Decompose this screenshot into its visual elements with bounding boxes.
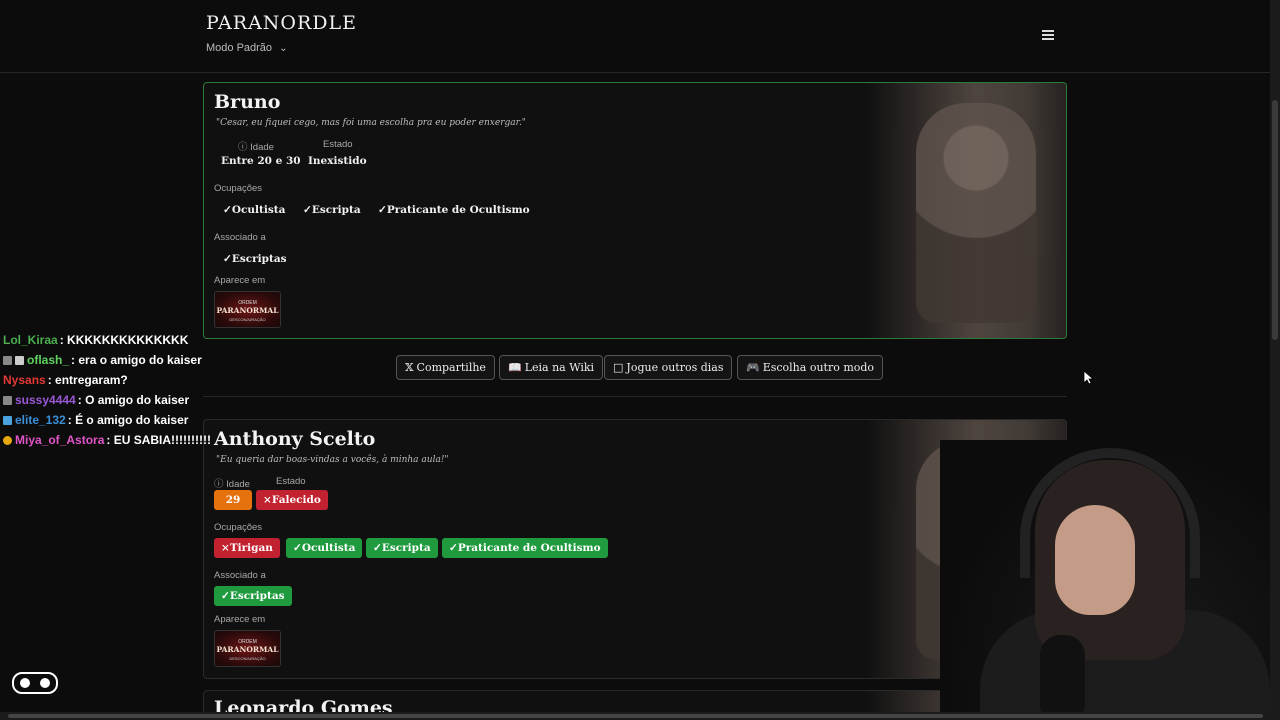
character-quote: "Eu queria dar boas-vindas a vocês, à mi… (216, 455, 449, 465)
webcam-overlay (940, 440, 1270, 720)
occupations-label: Ocupações (214, 522, 263, 533)
divider (203, 396, 1067, 397)
check-icon: ✓ (223, 253, 232, 265)
check-icon: ✓ (293, 542, 302, 554)
occupation-tag: ×Tirigan (214, 538, 280, 558)
chat-line: Lol_Kiraa: KKKKKKKKKKKKKK (3, 333, 189, 347)
badge-icon (3, 416, 12, 425)
chat-line: sussy4444: O amigo do kaiser (3, 392, 213, 412)
x-logo-icon: 𝕏 (405, 361, 414, 374)
site-logo[interactable]: PARANORDLE (206, 12, 357, 34)
appears-label: Aparece em (214, 275, 266, 286)
check-icon: ✓ (223, 204, 232, 216)
horizontal-scrollbar[interactable] (0, 712, 1270, 720)
chat-message: EU SABIA!!!!!!!!!! (113, 433, 212, 447)
badge-icon (3, 396, 12, 405)
occupation-tag: ✓Escripta (366, 538, 438, 558)
chat-username: oflash_ (27, 353, 70, 367)
chat-message: era o amigo do kaiser (78, 353, 202, 367)
appears-label: Aparece em (214, 614, 266, 625)
cross-icon: × (221, 542, 230, 554)
age-value: Entre 20 e 30 (221, 155, 301, 167)
streamer-logo-icon (12, 672, 58, 694)
check-icon: ✓ (378, 204, 387, 216)
age-label: ⓘ Idade (238, 142, 274, 153)
chat-line: Miya_of_Astora: EU SABIA!!!!!!!!!! (3, 432, 213, 452)
chat-message: KKKKKKKKKKKKKK (67, 333, 189, 347)
check-icon: ✓ (449, 542, 458, 554)
gamepad-icon: 🎮 (746, 361, 760, 374)
occupation-tag: ✓Ocultista (286, 538, 363, 558)
character-portrait (866, 83, 1066, 338)
associated-tag: ✓Escriptas (214, 586, 292, 606)
chat-line: elite_132: É o amigo do kaiser (3, 412, 213, 432)
chat-line: Nysans: entregaram? (3, 373, 128, 387)
chat-username: Nysans (3, 373, 46, 387)
associated-label: Associado a (214, 232, 266, 243)
chevron-down-icon: ⌄ (279, 43, 288, 54)
chat-line: oflash_: era o amigo do kaiser (3, 352, 213, 372)
guess-card-correct: Bruno "Cesar, eu fiquei cego, mas foi um… (203, 82, 1067, 339)
book-icon: 📖 (508, 361, 522, 374)
check-icon: ✓ (221, 590, 230, 602)
other-mode-button[interactable]: 🎮 Escolha outro modo (737, 355, 884, 380)
age-label: ⓘ Idade (214, 479, 250, 490)
chat-message: O amigo do kaiser (85, 393, 190, 407)
chat-username: sussy4444 (15, 393, 76, 407)
occupation-tag: ✓Praticante de Ocultismo (442, 538, 608, 558)
chat-message: É o amigo do kaiser (75, 413, 189, 427)
mode-label: Modo Padrão (206, 42, 273, 54)
menu-icon[interactable] (1042, 30, 1054, 40)
vertical-scrollbar[interactable] (1270, 0, 1280, 720)
guess-card: Anthony Scelto "Eu queria dar boas-vinda… (203, 419, 1067, 679)
state-value: Inexistido (308, 155, 367, 167)
info-icon: ⓘ (214, 479, 227, 490)
share-button[interactable]: 𝕏 Compartilhe (396, 355, 495, 380)
info-icon: ⓘ (238, 142, 251, 153)
other-days-button[interactable]: □ Jogue outros dias (604, 355, 733, 380)
state-value: ×Falecido (256, 490, 328, 510)
chat-username: elite_132 (15, 413, 66, 427)
mode-selector[interactable]: Modo Padrão ⌄ (206, 42, 288, 54)
check-icon: ✓ (373, 542, 382, 554)
state-label: Estado (276, 476, 306, 487)
character-name: Bruno (214, 91, 281, 113)
occupations-label: Ocupações (214, 183, 263, 194)
character-quote: "Cesar, eu fiquei cego, mas foi uma esco… (216, 118, 526, 128)
chat-username: Miya_of_Astora (15, 433, 105, 447)
occupation-tag: ✓Escripta (303, 204, 361, 216)
associated-label: Associado a (214, 570, 266, 581)
appears-thumbnail: ORDEM PARANORMAL DESCONJURAÇÃO (214, 630, 281, 667)
wiki-button[interactable]: 📖 Leia na Wiki (499, 355, 604, 380)
character-name: Anthony Scelto (214, 428, 376, 450)
chat-username: Lol_Kiraa (3, 333, 58, 347)
chat-overlay: Lol_Kiraa: KKKKKKKKKKKKKK oflash_: era o… (3, 332, 213, 452)
state-label: Estado (323, 139, 353, 150)
associated-tag: ✓Escriptas (223, 253, 287, 265)
badge-icon (15, 356, 24, 365)
badge-icon (3, 356, 12, 365)
occupation-tag: ✓Ocultista (223, 204, 286, 216)
cross-icon: × (263, 494, 272, 506)
chat-message: entregaram? (55, 373, 128, 387)
check-icon: ✓ (303, 204, 312, 216)
badge-icon (3, 436, 12, 445)
top-bar: PARANORDLE Modo Padrão ⌄ (0, 0, 1270, 73)
appears-thumbnail: ORDEM PARANORMAL DESCONJURAÇÃO (214, 291, 281, 328)
calendar-icon: □ (613, 361, 624, 374)
age-value: 29 (214, 490, 252, 510)
occupation-tag: ✓Praticante de Ocultismo (378, 204, 530, 216)
